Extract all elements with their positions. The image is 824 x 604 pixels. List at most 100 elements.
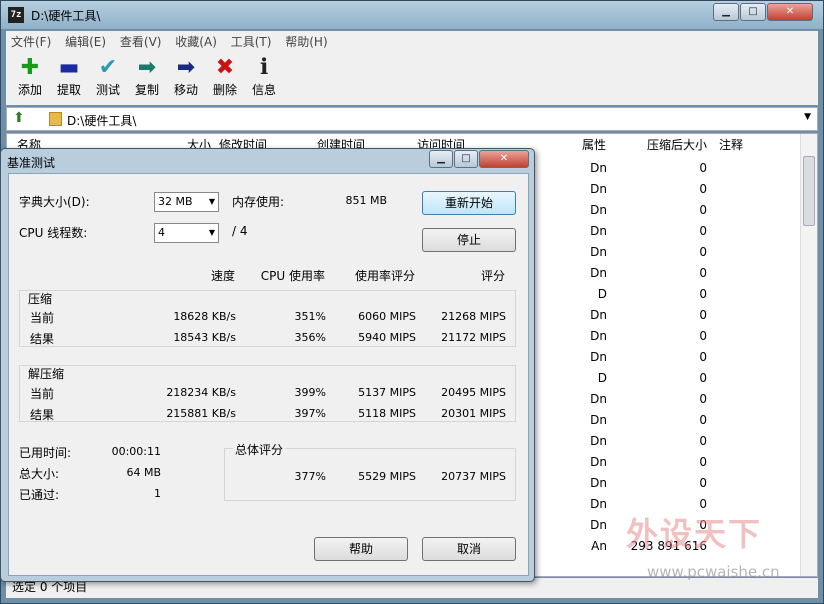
col-header-attributes[interactable]: 属性 xyxy=(582,134,606,156)
compress-result-rating: 21172 MIPS xyxy=(441,331,506,344)
toolbar-button-6[interactable]: ℹ 信息 xyxy=(244,55,284,98)
close-button[interactable]: ✕ xyxy=(767,3,813,21)
check-icon: ✔ xyxy=(98,55,118,80)
minus-icon: ▬ xyxy=(58,55,80,80)
packed-size-cell: 0 xyxy=(699,329,707,343)
attributes-cell: Dn xyxy=(590,224,607,238)
dialog-close-button[interactable]: ✕ xyxy=(479,150,529,168)
dict-size-select[interactable]: 32 MB ▼ xyxy=(154,192,219,212)
plus-icon: ✚ xyxy=(20,55,40,80)
packed-size-cell: 0 xyxy=(699,203,707,217)
decompress-result-cpu: 397% xyxy=(294,407,326,420)
scrollbar-thumb[interactable] xyxy=(803,156,815,226)
attributes-cell: Dn xyxy=(590,266,607,280)
elapsed-time-value: 00:00:11 xyxy=(111,445,161,458)
toolbar-button-4[interactable]: ➡ 移动 xyxy=(166,55,206,98)
attributes-cell: Dn xyxy=(590,434,607,448)
toolbar-button-2[interactable]: ✔ 测试 xyxy=(88,55,128,98)
col-header-packed-size[interactable]: 压缩后大小 xyxy=(647,134,707,156)
decompress-result-usage-rating: 5118 MIPS xyxy=(358,407,416,420)
decompress-group-title: 解压缩 xyxy=(28,367,65,381)
address-bar[interactable]: ⬆ D:\硬件工具\ ▼ xyxy=(6,107,818,131)
menu-favorites[interactable]: 收藏(A) xyxy=(170,31,222,52)
compress-result-speed: 18543 KB/s xyxy=(173,331,236,344)
toolbar-label: 删除 xyxy=(212,83,237,97)
dialog-maximize-button[interactable]: □ xyxy=(454,150,478,168)
toolbar-button-5[interactable]: ✖ 删除 xyxy=(205,55,245,98)
toolbar-label: 测试 xyxy=(95,83,120,97)
decompress-current-usage-rating: 5137 MIPS xyxy=(358,386,416,399)
toolbar-label: 复制 xyxy=(134,83,159,97)
overall-rating-group: 总体评分 377% 5529 MIPS 20737 MIPS xyxy=(224,441,516,501)
attributes-cell: An xyxy=(591,539,607,553)
attributes-cell: Dn xyxy=(590,203,607,217)
attributes-cell: Dn xyxy=(590,245,607,259)
packed-size-cell: 0 xyxy=(699,308,707,322)
maximize-button[interactable]: □ xyxy=(740,3,766,21)
compress-result-usage-rating: 5940 MIPS xyxy=(358,331,416,344)
compress-current-label: 当前 xyxy=(30,311,55,325)
attributes-cell: Dn xyxy=(590,413,607,427)
7zip-app-icon: 7z xyxy=(8,7,24,23)
compress-group: 压缩 当前 18628 KB/s 351% 6060 MIPS 21268 MI… xyxy=(19,290,516,347)
overall-rating-title: 总体评分 xyxy=(233,441,286,458)
up-folder-icon[interactable]: ⬆ xyxy=(13,110,25,126)
dialog-title: 基准测试 xyxy=(7,156,56,170)
toolbar-button-3[interactable]: ➡ 复制 xyxy=(127,55,167,98)
menu-help[interactable]: 帮助(H) xyxy=(280,31,332,52)
attributes-cell: Dn xyxy=(590,455,607,469)
decompress-current-cpu: 399% xyxy=(294,386,326,399)
window-title: D:\硬件工具\ xyxy=(31,9,101,23)
toolbar-label: 添加 xyxy=(17,83,42,97)
watermark-text: 外设天下 xyxy=(626,515,763,553)
total-size-value: 64 MB xyxy=(126,466,161,479)
toolbar: ✚ 添加 ▬ 提取 ✔ 测试 ➡ 复制 ➡ 移动 ✖ 删除 ℹ 信息 xyxy=(6,51,818,105)
chevron-down-icon[interactable]: ▼ xyxy=(804,112,811,122)
packed-size-cell: 0 xyxy=(699,371,707,385)
address-path: D:\硬件工具\ xyxy=(67,114,137,128)
menu-file[interactable]: 文件(F) xyxy=(6,31,56,52)
attributes-cell: Dn xyxy=(590,476,607,490)
vertical-scrollbar[interactable] xyxy=(800,134,817,576)
packed-size-cell: 0 xyxy=(699,392,707,406)
packed-size-cell: 0 xyxy=(699,413,707,427)
benchmark-dialog: 基准测试 ▁ □ ✕ 字典大小(D): 32 MB ▼ 内存使用: 851 MB … xyxy=(0,148,535,582)
decompress-current-speed: 218234 KB/s xyxy=(166,386,236,399)
menu-tools[interactable]: 工具(T) xyxy=(226,31,277,52)
total-size-label: 总大小: xyxy=(19,467,60,481)
cpu-threads-select[interactable]: 4 ▼ xyxy=(154,223,219,243)
title-bar[interactable]: 7z D:\硬件工具\ ▁ □ ✕ xyxy=(1,1,823,29)
toolbar-button-1[interactable]: ▬ 提取 xyxy=(49,55,89,98)
overall-usage-rating: 5529 MIPS xyxy=(358,470,416,483)
compress-current-rating: 21268 MIPS xyxy=(441,310,506,323)
col-speed-header: 速度 xyxy=(210,269,235,283)
copy-arrow-icon: ➡ xyxy=(137,55,157,80)
dict-size-value: 32 MB xyxy=(158,195,193,208)
packed-size-cell: 0 xyxy=(699,434,707,448)
cpu-threads-value: 4 xyxy=(158,226,165,239)
menu-bar: 文件(F) 编辑(E) 查看(V) 收藏(A) 工具(T) 帮助(H) xyxy=(6,31,818,51)
stop-button[interactable]: 停止 xyxy=(422,228,516,252)
minimize-button[interactable]: ▁ xyxy=(713,3,739,21)
help-button[interactable]: 帮助 xyxy=(314,537,408,561)
decompress-current-label: 当前 xyxy=(30,387,55,401)
dict-size-label: 字典大小(D): xyxy=(19,195,90,209)
overall-rating: 20737 MIPS xyxy=(441,470,506,483)
chevron-down-icon: ▼ xyxy=(208,228,215,237)
packed-size-cell: 0 xyxy=(699,476,707,490)
packed-size-cell: 0 xyxy=(699,245,707,259)
toolbar-button-0[interactable]: ✚ 添加 xyxy=(10,55,50,98)
menu-view[interactable]: 查看(V) xyxy=(115,31,167,52)
cancel-button[interactable]: 取消 xyxy=(422,537,516,561)
chevron-down-icon: ▼ xyxy=(208,197,215,206)
col-header-comment[interactable]: 注释 xyxy=(719,134,743,156)
restart-button[interactable]: 重新开始 xyxy=(422,191,516,215)
dialog-minimize-button[interactable]: ▁ xyxy=(429,150,453,168)
col-usage-rating-header: 使用率评分 xyxy=(354,269,415,283)
info-icon: ℹ xyxy=(259,55,269,80)
menu-edit[interactable]: 编辑(E) xyxy=(60,31,111,52)
overall-cpu: 377% xyxy=(294,470,326,483)
col-cpu-usage-header: CPU 使用率 xyxy=(260,269,325,283)
attributes-cell: Dn xyxy=(590,497,607,511)
compress-current-cpu: 351% xyxy=(294,310,326,323)
